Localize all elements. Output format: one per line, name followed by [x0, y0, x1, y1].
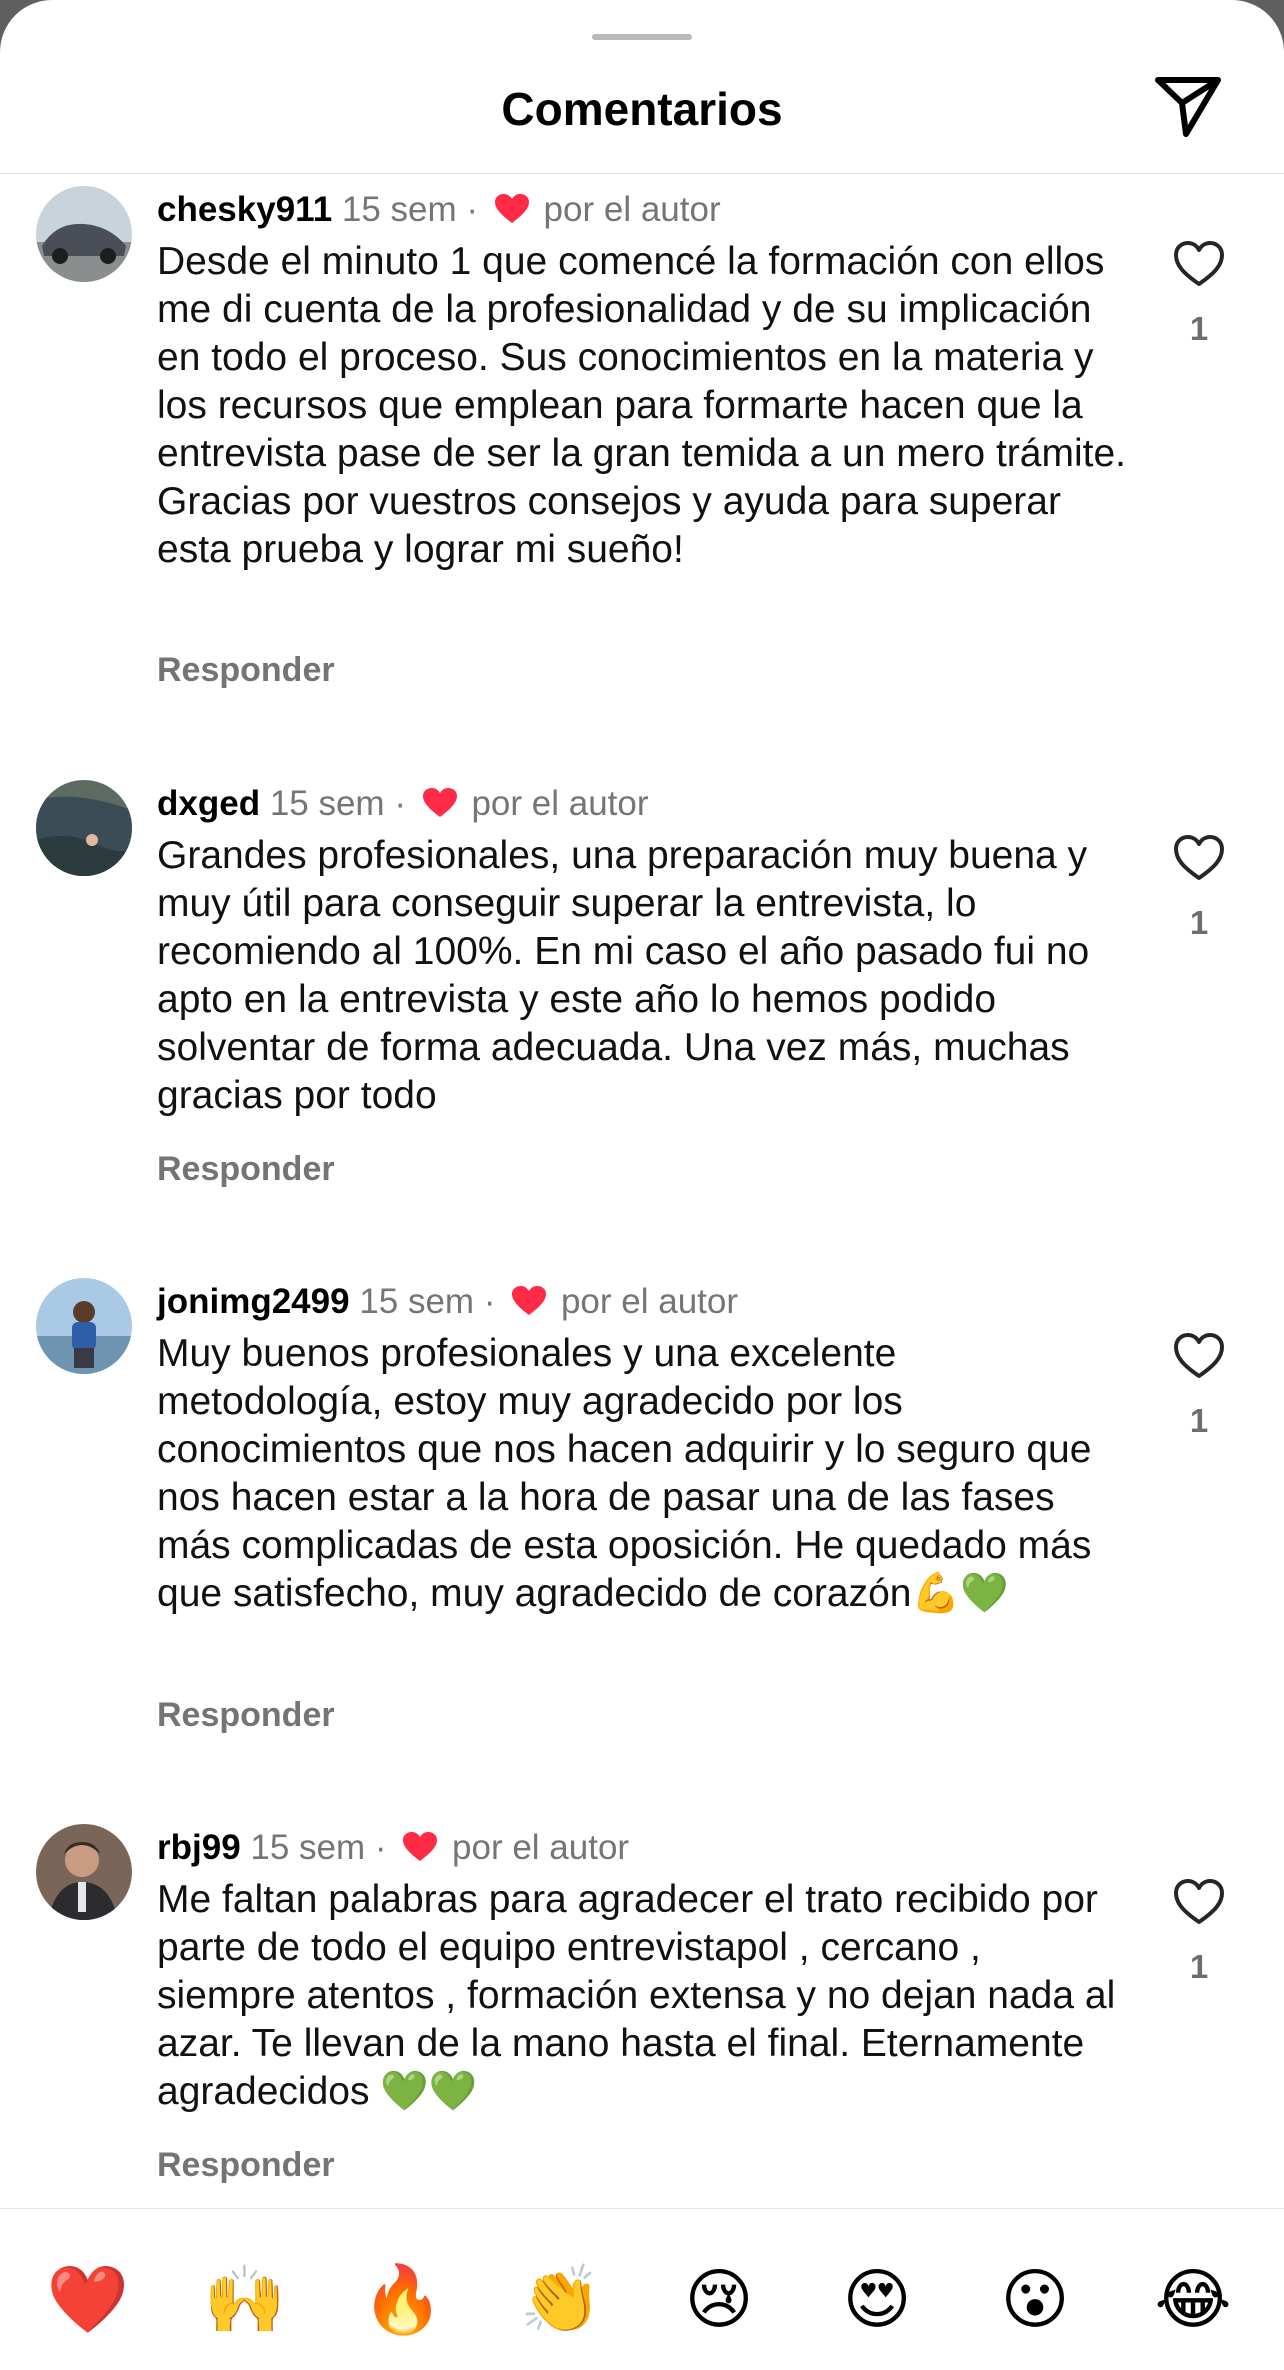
meta-separator: ·	[483, 1282, 496, 1321]
author-heart-icon	[422, 786, 458, 818]
heart-icon[interactable]	[1173, 1332, 1225, 1380]
liked-by-author-label: por el autor	[560, 1282, 739, 1321]
emoji-crying-button[interactable]: 😢	[674, 2259, 764, 2339]
emoji-laughing-button[interactable]: 😂	[1148, 2259, 1238, 2339]
comments-header: Comentarios	[0, 0, 1284, 174]
like-count: 1	[1189, 1402, 1209, 1439]
comment-username[interactable]: dxged	[157, 784, 260, 823]
liked-by-author-label: por el autor	[471, 784, 649, 823]
comment-text: Desde el minuto 1 que comencé la formaci…	[157, 240, 1126, 571]
heart-icon[interactable]	[1173, 240, 1225, 288]
emoji-heart-eyes-button[interactable]: 😍	[832, 2259, 922, 2339]
avatar[interactable]	[36, 1278, 132, 1374]
meta-separator: ·	[394, 784, 406, 823]
heart-icon[interactable]	[1173, 834, 1225, 882]
comment-time: 15 sem	[250, 1828, 366, 1867]
comment-username[interactable]: chesky911	[157, 190, 332, 229]
like-count: 1	[1189, 310, 1209, 347]
paper-plane-icon[interactable]	[1150, 72, 1226, 142]
comment-item: dxged 15 sem · por el autor Grandes prof…	[0, 780, 1284, 1200]
emoji-surprised-button[interactable]: 😮	[990, 2259, 1080, 2339]
author-heart-icon	[511, 1284, 547, 1316]
emoji-raising-hands-button[interactable]: 🙌	[200, 2259, 290, 2339]
comment-meta: jonimg2499 15 sem · por el autor	[157, 1280, 738, 1324]
emoji-clapping-button[interactable]: 👏	[516, 2259, 606, 2339]
liked-by-author-label: por el autor	[452, 1828, 630, 1867]
sheet-grabber[interactable]	[592, 34, 692, 40]
meta-separator: ·	[466, 190, 479, 229]
avatar[interactable]	[36, 186, 132, 282]
comment-text: Muy buenos profesionales y una excelente…	[157, 1332, 1092, 1615]
reply-button[interactable]: Responder	[157, 1696, 335, 1735]
liked-by-author-label: por el autor	[543, 190, 721, 229]
comment-item: jonimg2499 15 sem · por el autor Muy bue…	[0, 1278, 1284, 1758]
reply-button[interactable]: Responder	[157, 1150, 335, 1189]
heart-icon[interactable]	[1173, 1878, 1225, 1926]
emoji-heart-button[interactable]: ❤️	[43, 2259, 133, 2339]
comment-time: 15 sem	[269, 784, 385, 823]
comment-username[interactable]: jonimg2499	[157, 1282, 350, 1321]
avatar[interactable]	[36, 780, 132, 876]
author-heart-icon	[494, 192, 530, 224]
emoji-reaction-bar: ❤️ 🙌 🔥 👏 😢 😍 😮 😂	[0, 2208, 1284, 2370]
comments-sheet: Comentarios chesky911 15 sem · por el au…	[0, 0, 1284, 2370]
meta-separator: ·	[374, 1828, 387, 1867]
comment-time: 15 sem	[341, 190, 457, 229]
comment-meta: rbj99 15 sem · por el autor	[157, 1826, 629, 1870]
comment-item: chesky911 15 sem · por el autor Desde el…	[0, 186, 1284, 706]
avatar[interactable]	[36, 1824, 132, 1920]
reply-button[interactable]: Responder	[157, 651, 335, 690]
comment-text: Me faltan palabras para agradecer el tra…	[157, 1878, 1116, 2113]
emoji-fire-button[interactable]: 🔥	[358, 2259, 448, 2339]
comment-time: 15 sem	[359, 1282, 475, 1321]
author-heart-icon	[402, 1830, 438, 1862]
comment-username[interactable]: rbj99	[157, 1828, 241, 1867]
comment-text: Grandes profesionales, una preparación m…	[157, 834, 1090, 1117]
comment-meta: chesky911 15 sem · por el autor	[157, 188, 721, 232]
page-title: Comentarios	[501, 83, 783, 135]
like-count: 1	[1189, 904, 1209, 941]
like-count: 1	[1189, 1948, 1209, 1985]
reply-button[interactable]: Responder	[157, 2146, 335, 2185]
comment-item: rbj99 15 sem · por el autor Me faltan pa…	[0, 1824, 1284, 2204]
comment-meta: dxged 15 sem · por el autor	[157, 782, 649, 826]
